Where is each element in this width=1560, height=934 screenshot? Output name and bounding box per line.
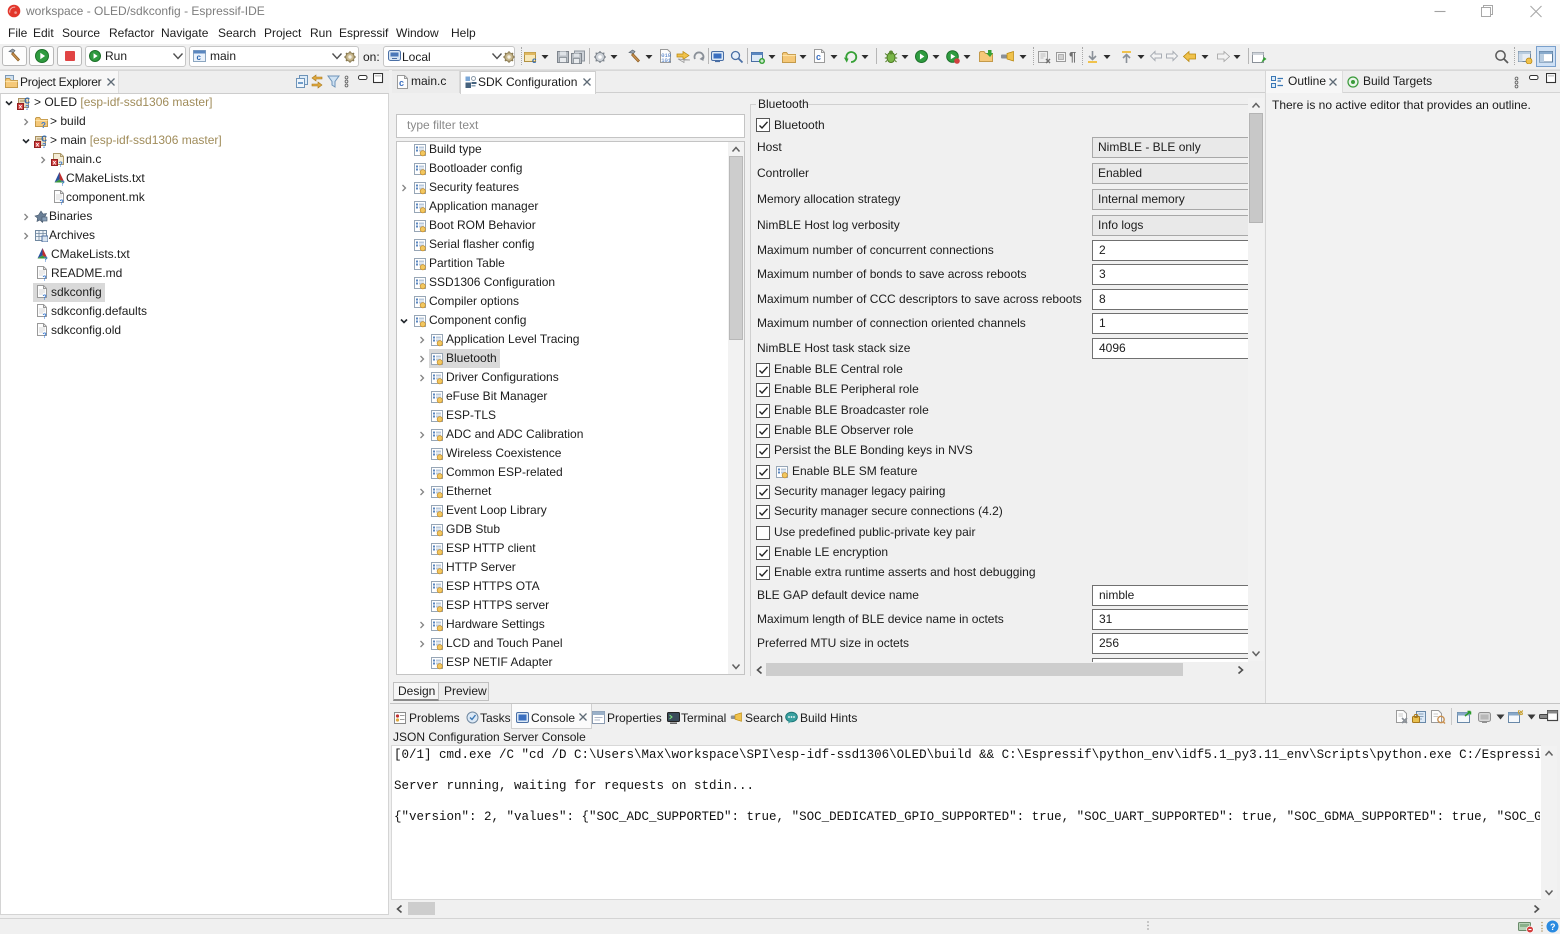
svg-text:?: ? <box>44 257 48 263</box>
svg-text:c: c <box>532 56 537 64</box>
svg-text:?: ? <box>61 181 65 187</box>
svg-text:c: c <box>399 78 404 88</box>
svg-text:?: ? <box>43 314 47 320</box>
svg-text:x: x <box>19 104 23 110</box>
svg-text:?: ? <box>25 105 29 110</box>
svg-text:?: ? <box>59 162 63 168</box>
svg-text:?: ? <box>41 121 46 129</box>
svg-text:x: x <box>36 142 40 148</box>
svg-text:c: c <box>197 53 202 62</box>
svg-text:c: c <box>816 52 821 62</box>
svg-text:?: ? <box>60 200 64 206</box>
svg-text:?: ? <box>1550 922 1556 932</box>
svg-text:?: ? <box>42 143 46 148</box>
svg-text:?: ? <box>43 333 47 339</box>
svg-text:?: ? <box>43 295 47 301</box>
svg-text:x: x <box>53 160 57 167</box>
svg-text:?: ? <box>43 276 47 282</box>
svg-text:101: 101 <box>661 57 672 64</box>
